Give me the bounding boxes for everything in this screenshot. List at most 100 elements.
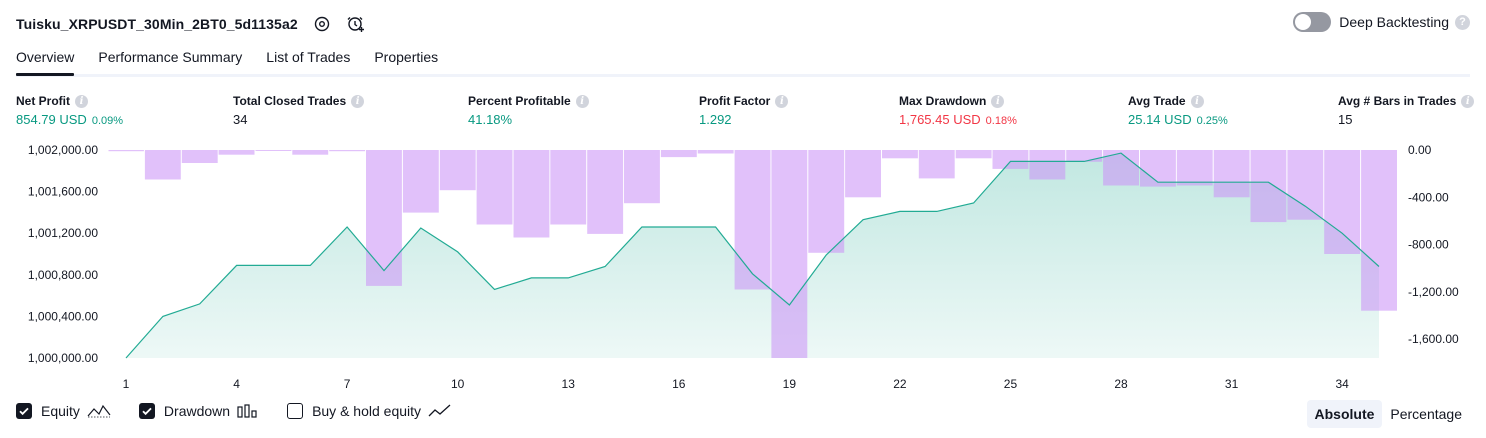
info-icon[interactable]: i	[1190, 94, 1204, 108]
drawdown-bar	[402, 150, 439, 213]
metric-label: Profit Factor	[699, 94, 771, 108]
left-tick-label: 1,000,000.00	[28, 351, 98, 365]
x-tick-label: 34	[1335, 377, 1349, 391]
drawdown-bar	[366, 150, 402, 286]
legend-equity[interactable]: Equity	[16, 403, 111, 419]
deep-backtesting: Deep Backtesting ?	[1293, 12, 1470, 32]
right-tick-label: -1,600.00	[1408, 332, 1459, 346]
drawdown-bar	[845, 150, 881, 198]
legend-equity-label: Equity	[41, 403, 80, 419]
drawdown-bar	[108, 150, 144, 152]
metric-value: 15	[1338, 112, 1353, 127]
drawdown-bar	[955, 150, 992, 159]
drawdown-bar	[1176, 150, 1213, 186]
metric-avg-trade: Avg Trade i 25.14 USD 0.25%	[1128, 93, 1228, 127]
metric-net-profit: Net Profit i 854.79 USD 0.09%	[16, 93, 123, 127]
drawdown-bar	[1140, 150, 1176, 187]
metric-label: Percent Profitable	[468, 94, 571, 108]
info-icon[interactable]: i	[75, 94, 88, 108]
metric-label: Total Closed Trades	[233, 94, 347, 108]
drawdown-bar	[1066, 150, 1103, 162]
x-tick-label: 25	[1004, 377, 1018, 391]
drawdown-checkbox[interactable]	[138, 403, 155, 419]
info-icon[interactable]: i	[991, 94, 1005, 108]
tab-performance-summary[interactable]: Performance Summary	[98, 46, 242, 73]
equity-checkbox[interactable]	[16, 403, 32, 419]
strategy-title: Tuisku_XRPUSDT_30Min_2BT0_5d1135a2	[16, 16, 298, 32]
info-icon[interactable]: i	[575, 94, 589, 108]
legend-drawdown[interactable]: Drawdown	[138, 403, 259, 419]
info-icon[interactable]: i	[351, 94, 365, 108]
drawdown-bar	[292, 150, 329, 155]
drawdown-bar	[624, 150, 660, 204]
metric-profit-factor: Profit Factor i 1.292	[699, 93, 789, 127]
metric-label: Net Profit	[16, 94, 70, 108]
drawdown-bar	[181, 150, 218, 163]
drawdown-bar	[218, 150, 255, 155]
tab-list-of-trades[interactable]: List of Trades	[266, 46, 350, 73]
right-tick-label: -800.00	[1408, 238, 1449, 252]
drawdown-bars-icon	[237, 404, 259, 418]
help-icon[interactable]: ?	[1455, 14, 1470, 30]
drawdown-bar	[255, 150, 292, 151]
equity-line-icon	[87, 404, 111, 418]
x-tick-label: 1	[123, 377, 130, 391]
buy-hold-line-icon	[428, 404, 452, 418]
drawdown-bar	[1361, 150, 1397, 311]
metric-value: 854.79 USD	[16, 112, 87, 127]
right-tick-label: -1,200.00	[1408, 285, 1459, 299]
metric-avg-bars: Avg # Bars in Trades i 15	[1338, 93, 1475, 127]
buy-hold-checkbox[interactable]	[287, 403, 304, 419]
drawdown-bar	[587, 150, 624, 234]
x-tick-label: 10	[451, 377, 465, 391]
tab-properties[interactable]: Properties	[374, 46, 438, 73]
info-icon[interactable]: i	[1461, 94, 1475, 108]
drawdown-bar	[1250, 150, 1287, 223]
chart-legend: Equity Drawdown Buy & hold equity	[16, 403, 480, 419]
metric-value: 25.14 USD	[1128, 112, 1192, 127]
x-tick-label: 16	[672, 377, 686, 391]
metric-value: 1,765.45 USD	[899, 112, 981, 127]
metric-label: Avg # Bars in Trades	[1338, 94, 1457, 108]
drawdown-bar	[882, 150, 918, 159]
deep-backtesting-toggle[interactable]	[1293, 12, 1332, 32]
metric-percent: 0.09%	[91, 115, 124, 127]
left-tick-label: 1,001,600.00	[28, 185, 98, 199]
drawdown-bar	[1213, 150, 1250, 198]
drawdown-bar	[1324, 150, 1361, 254]
legend-buy-hold-label: Buy & hold equity	[312, 403, 422, 419]
x-axis: 1 4 7 10 13 16 19 22 25 28 31 34	[123, 377, 1349, 391]
drawdown-bar	[1029, 150, 1066, 180]
left-tick-label: 1,000,800.00	[28, 268, 98, 282]
x-tick-label: 13	[562, 377, 576, 391]
right-axis: 0.00 -400.00 -800.00 -1,200.00 -1,600.00	[1408, 143, 1459, 346]
metric-label: Max Drawdown	[899, 94, 987, 108]
x-tick-label: 31	[1225, 377, 1239, 391]
strategy-header: Tuisku_XRPUSDT_30Min_2BT0_5d1135a2	[16, 10, 366, 38]
percentage-button[interactable]: Percentage	[1382, 400, 1470, 428]
info-icon[interactable]: i	[775, 94, 789, 108]
metric-percent: 0.25%	[1196, 115, 1228, 127]
drawdown-bar	[329, 150, 366, 152]
toggle-knob	[1295, 14, 1312, 30]
left-tick-label: 1,001,200.00	[28, 226, 98, 240]
legend-buy-hold[interactable]: Buy & hold equity	[287, 403, 452, 419]
settings-icon[interactable]	[312, 14, 332, 34]
legend-drawdown-label: Drawdown	[163, 403, 231, 419]
x-tick-label: 22	[893, 377, 907, 391]
x-tick-label: 28	[1114, 377, 1128, 391]
drawdown-bar	[771, 150, 808, 358]
add-alert-icon[interactable]	[346, 14, 366, 34]
metric-total-closed-trades: Total Closed Trades i 34	[233, 93, 365, 127]
equity-drawdown-chart[interactable]: 1,002,000.00 1,001,600.00 1,001,200.00 1,00…	[0, 136, 1486, 398]
drawdown-bar	[918, 150, 955, 179]
left-tick-label: 1,002,000.00	[28, 143, 98, 157]
tab-overview[interactable]: Overview	[16, 46, 75, 76]
absolute-button[interactable]: Absolute	[1306, 400, 1383, 428]
drawdown-bar	[660, 150, 697, 158]
drawdown-bar	[697, 150, 734, 154]
right-tick-label: 0.00	[1408, 143, 1432, 157]
x-tick-label: 4	[233, 377, 240, 391]
drawdown-bar	[439, 150, 476, 191]
left-axis: 1,002,000.00 1,001,600.00 1,001,200.00 1,00…	[28, 143, 98, 365]
